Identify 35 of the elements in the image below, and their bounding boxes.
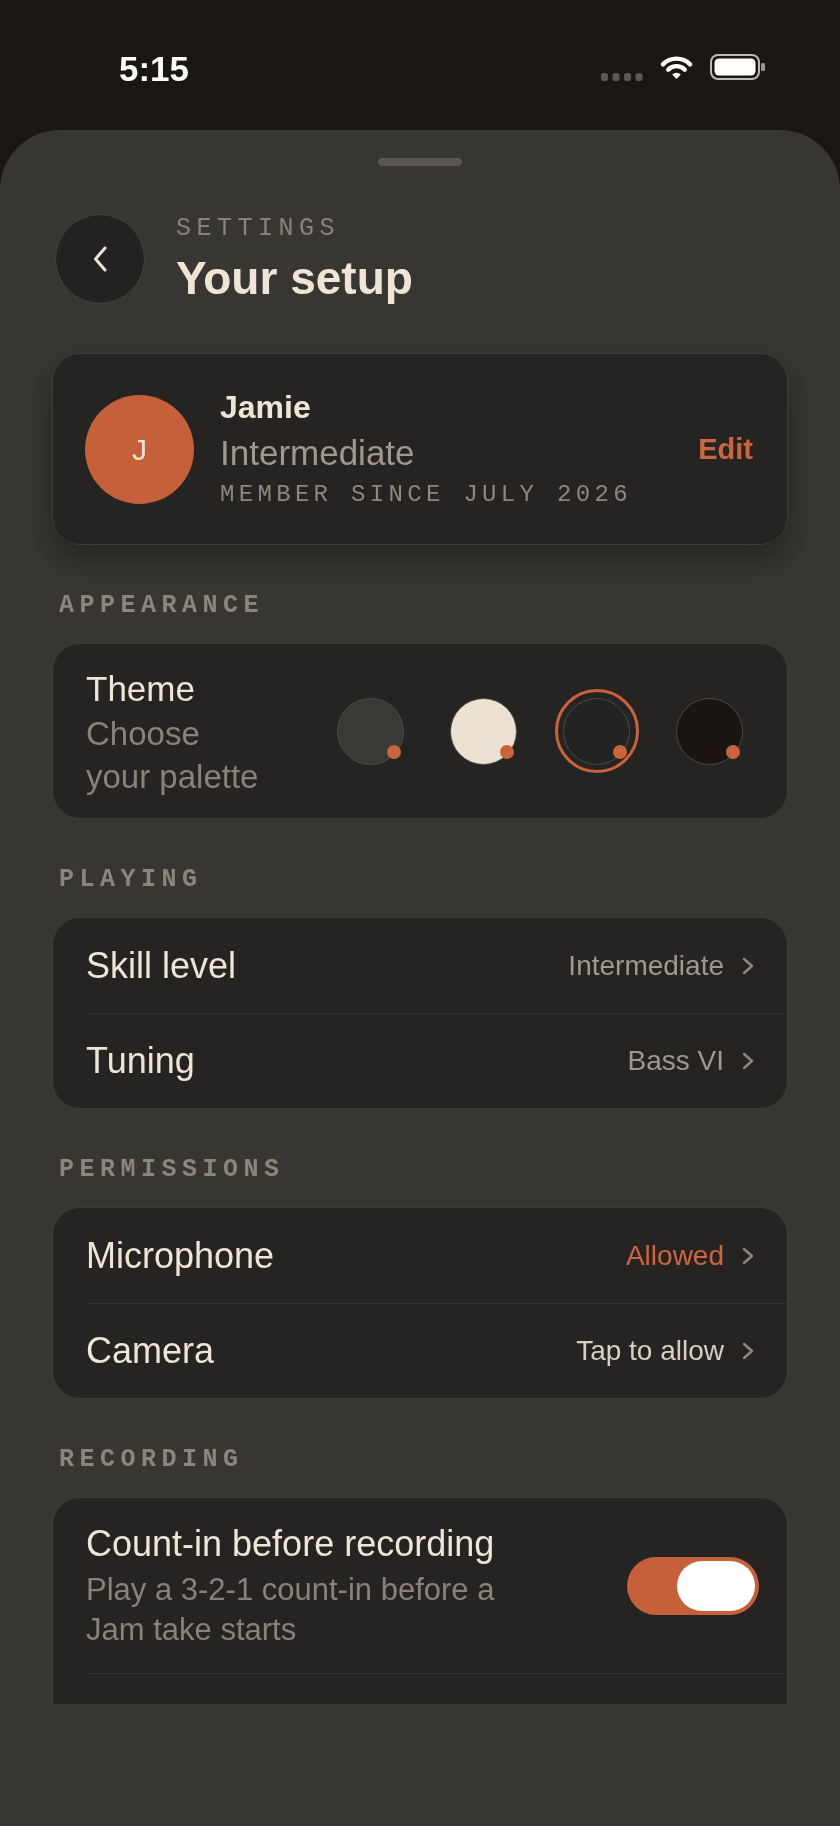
section-heading: PLAYING — [58, 867, 203, 893]
page-title: Your setup — [176, 252, 413, 304]
section-heading: APPEARANCE — [58, 593, 265, 619]
toggle-switch[interactable] — [627, 1557, 759, 1615]
setting-label: Microphone — [86, 1233, 275, 1278]
setting-label: Count-in before recording — [86, 1522, 496, 1566]
section-heading: RECORDING — [58, 1447, 244, 1473]
signal-dots-icon — [601, 73, 643, 81]
theme-swatch[interactable] — [563, 697, 630, 765]
setting-value: Allowed — [625, 1238, 724, 1273]
chevron-left-icon — [93, 246, 107, 272]
setting-label: Theme — [86, 668, 196, 709]
edit-button[interactable]: Edit — [698, 431, 753, 467]
setting-description: Play a 3-2-1 count-in before a Jam take starts — [86, 1571, 496, 1649]
section-heading: PERMISSIONS — [58, 1157, 285, 1183]
chevron-right-icon — [742, 1052, 754, 1070]
setting-label: Skill level — [86, 943, 237, 988]
setting-value: Intermediate — [568, 948, 724, 983]
setting-label: Tuning — [86, 1039, 195, 1083]
setting-value: Bass VI — [627, 1044, 724, 1078]
battery-icon — [710, 54, 766, 80]
chevron-right-icon — [742, 1246, 754, 1265]
profile-skill: Intermediate — [220, 433, 416, 473]
status-time: 5:15 — [119, 48, 190, 90]
setting-value: Tap to allow — [576, 1334, 724, 1368]
setting-label: Camera — [86, 1329, 215, 1373]
sheet-handle[interactable] — [378, 158, 462, 166]
member-since: MEMBER SINCE JULY 2026 — [220, 481, 632, 509]
wifi-icon — [659, 54, 694, 80]
header-eyebrow: SETTINGS — [176, 214, 342, 244]
chevron-right-icon — [742, 956, 754, 975]
setting-description: Choose your palette — [86, 713, 260, 797]
profile-name: Jamie — [220, 389, 312, 425]
avatar: J — [85, 394, 194, 504]
chevron-right-icon — [742, 1342, 754, 1360]
